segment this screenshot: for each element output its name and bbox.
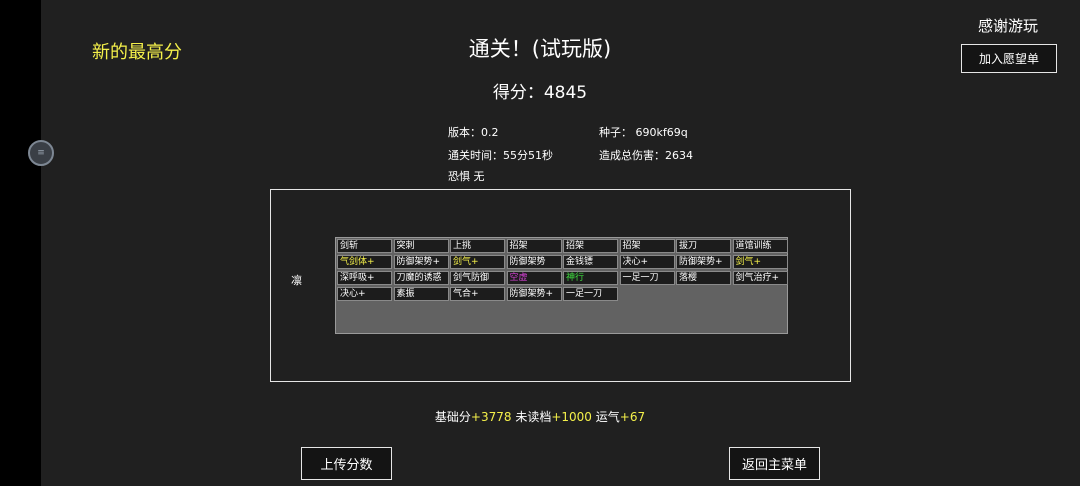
luck-label: 运气 [591,410,620,424]
card-item[interactable]: 招架 [506,239,562,253]
card-item[interactable]: 上挑 [450,239,505,253]
page-title: 通关！(试玩版) [468,37,612,61]
card-item[interactable]: 突刺 [393,239,449,253]
card-item[interactable]: 剑气+ [450,255,505,269]
unread-label: 未读档 [511,410,552,424]
card-item[interactable]: 空虚 [506,271,562,285]
card-item[interactable]: 深呼吸+ [337,271,392,285]
wishlist-button[interactable]: 加入愿望单 [961,44,1057,73]
card-item[interactable]: 防御架势+ [393,255,449,269]
card-item[interactable]: 拔刀 [676,239,731,253]
floating-menu-handle-icon[interactable]: ≡ [28,140,54,166]
score-summary: 基础分+3778 未读档+1000 运气+67 [0,408,1080,425]
base-score-label: 基础分 [434,410,471,424]
card-item[interactable]: 防御架势+ [506,287,562,301]
total-damage-stat: 造成总伤害：2634 [599,149,693,162]
card-item[interactable]: 防御架势+ [676,255,731,269]
main-menu-button[interactable]: 返回主菜单 [729,447,820,480]
card-item[interactable]: 刀魔的诱惑 [393,271,449,285]
card-item[interactable]: 金钱镖 [563,255,618,269]
character-name: 凛 [291,274,302,287]
card-item[interactable]: 招架 [563,239,618,253]
unread-value: +1000 [551,410,592,424]
card-item[interactable]: 剑气+ [732,255,788,269]
deck-card-grid: 剑斩 突刺 上挑 招架 招架 招架 拔刀 道馆训练 气剑体+ 防御架势+ 剑气+ 防御架势 金钱镖 决心+… [335,237,788,334]
card-item[interactable]: 防御架势 [506,255,562,269]
thanks-label: 感谢游玩 [978,17,1039,35]
score-text: 得分：4845 [492,83,588,103]
luck-value: +67 [619,410,646,424]
fear-stat: 恐惧 无 [448,170,485,183]
clear-time-stat: 通关时间：55分51秒 [448,149,553,162]
card-item[interactable]: 道馆训练 [732,239,788,253]
card-item[interactable]: 气合+ [450,287,505,301]
base-score-value: +3778 [470,410,512,424]
card-item[interactable]: 一足一刀 [563,287,618,301]
card-item[interactable]: 剑气防御 [450,271,505,285]
card-item[interactable]: 素振 [393,287,449,301]
version-stat: 版本：0.2 [448,126,499,139]
card-item[interactable]: 决心+ [337,287,392,301]
card-item[interactable]: 一足一刀 [619,271,675,285]
upload-score-button[interactable]: 上传分数 [301,447,392,480]
card-item[interactable]: 决心+ [619,255,675,269]
card-item[interactable]: 招架 [619,239,675,253]
seed-stat: 种子： 690kf69q [599,126,688,139]
card-item[interactable]: 剑气治疗+ [732,271,788,285]
card-item[interactable]: 气剑体+ [337,255,392,269]
card-item[interactable]: 剑斩 [337,239,392,253]
card-item[interactable]: 神行 [563,271,618,285]
card-item[interactable]: 落樱 [676,271,731,285]
